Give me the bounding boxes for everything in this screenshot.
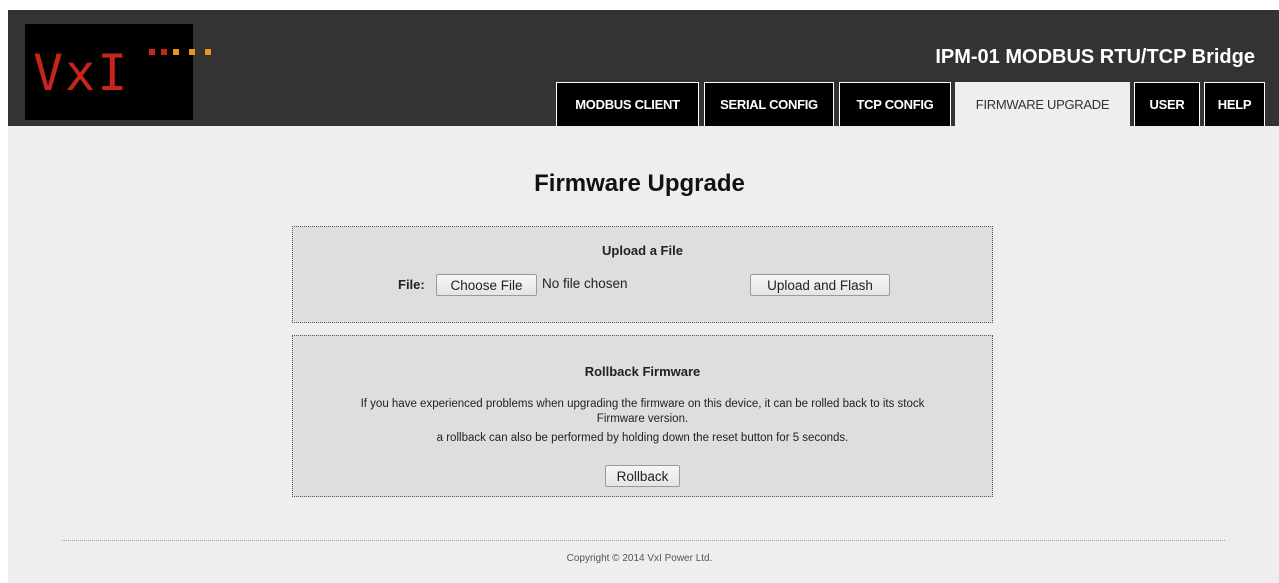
rollback-panel-title: Rollback Firmware bbox=[584, 364, 701, 379]
tab-tcp-config[interactable]: TCP CONFIG bbox=[839, 82, 951, 126]
upload-panel: Upload a File File: Choose File No file … bbox=[292, 226, 993, 323]
logo-text: VxI bbox=[33, 44, 130, 102]
tab-label: FIRMWARE UPGRADE bbox=[975, 97, 1110, 112]
tab-help[interactable]: HELP bbox=[1204, 82, 1265, 126]
tab-label: TCP CONFIG bbox=[856, 97, 934, 112]
rollback-description-line1: If you have experienced problems when up… bbox=[360, 398, 925, 410]
page-title: Firmware Upgrade bbox=[534, 170, 745, 197]
rollback-description-line3: a rollback can also be performed by hold… bbox=[436, 432, 849, 444]
tab-serial-config[interactable]: SERIAL CONFIG bbox=[704, 82, 834, 126]
choose-file-button[interactable]: Choose File bbox=[436, 274, 537, 296]
footer-divider bbox=[62, 540, 1225, 541]
no-file-chosen-text: No file chosen bbox=[542, 276, 628, 291]
upload-and-flash-button[interactable]: Upload and Flash bbox=[750, 274, 890, 296]
tab-modbus-client[interactable]: MODBUS CLIENT bbox=[556, 82, 699, 126]
footer-copyright: Copyright © 2014 VxI Power Ltd. bbox=[566, 553, 713, 564]
tab-label: SERIAL CONFIG bbox=[720, 97, 818, 112]
tab-label: USER bbox=[1149, 97, 1185, 112]
file-label: File: bbox=[398, 277, 425, 292]
tab-label: HELP bbox=[1217, 97, 1252, 112]
rollback-panel: Rollback Firmware If you have experience… bbox=[292, 335, 993, 497]
tab-firmware-upgrade[interactable]: FIRMWARE UPGRADE bbox=[955, 82, 1130, 126]
tab-label: MODBUS CLIENT bbox=[575, 97, 680, 112]
vxi-logo: VxI bbox=[25, 24, 211, 120]
product-title: IPM-01 MODBUS RTU/TCP Bridge bbox=[935, 46, 1255, 68]
tab-user[interactable]: USER bbox=[1134, 82, 1200, 126]
upload-panel-title: Upload a File bbox=[602, 243, 683, 258]
rollback-description-line2: Firmware version. bbox=[596, 413, 689, 425]
rollback-button[interactable]: Rollback bbox=[605, 465, 680, 487]
